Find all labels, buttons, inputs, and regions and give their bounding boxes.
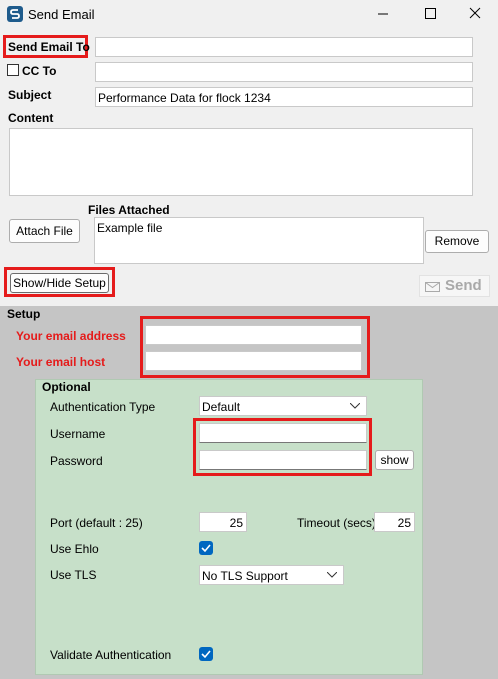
use-tls-label: Use TLS [50,568,97,582]
email-host-input[interactable] [145,351,362,371]
timeout-label: Timeout (secs) [297,516,376,530]
send-button[interactable]: Send [419,275,490,297]
username-input[interactable] [199,423,367,443]
send-to-input[interactable] [95,37,473,57]
remove-button[interactable]: Remove [425,230,489,253]
password-label: Password [50,454,103,468]
timeout-input[interactable]: 25 [374,512,415,532]
validate-auth-label: Validate Authentication [50,648,172,662]
subject-input[interactable]: Performance Data for flock 1234 [95,87,473,107]
content-label: Content [8,111,54,125]
checkmark-icon [201,650,211,659]
app-icon [7,6,23,22]
content-textarea[interactable] [9,128,473,196]
username-label: Username [50,427,106,441]
close-button[interactable] [452,0,498,30]
attach-file-button[interactable]: Attach File [9,219,80,243]
checkmark-icon [201,544,211,553]
subject-label: Subject [8,88,52,102]
envelope-icon [425,282,440,292]
validate-auth-checkbox[interactable] [199,647,213,661]
optional-label: Optional [42,380,91,394]
email-host-label: Your email host [16,355,106,369]
auth-type-select[interactable]: Default [199,396,367,416]
minimize-button[interactable] [360,0,406,30]
title-bar: Send Email [0,0,498,30]
files-list[interactable]: Example file [94,217,424,264]
auth-type-label: Authentication Type [50,400,156,414]
cc-label: CC To [22,64,57,78]
port-label: Port (default : 25) [50,516,143,530]
email-address-input[interactable] [145,325,362,345]
maximize-button[interactable] [406,0,452,30]
use-ehlo-label: Use Ehlo [50,542,99,556]
cc-input[interactable] [95,62,473,82]
use-tls-select[interactable]: No TLS Support [199,565,344,585]
chevron-down-icon [327,572,337,578]
cc-checkbox[interactable] [7,64,19,76]
chevron-down-icon [350,403,360,409]
showhide-setup-button[interactable]: Show/Hide Setup [10,273,109,293]
port-input[interactable]: 25 [199,512,247,532]
setup-label: Setup [7,307,41,321]
send-to-label: Send Email To [8,40,90,54]
email-address-label: Your email address [16,329,126,343]
file-item[interactable]: Example file [97,221,162,235]
send-label: Send [445,277,482,294]
use-ehlo-checkbox[interactable] [199,541,213,555]
show-password-button[interactable]: show [375,450,414,470]
password-input[interactable] [199,450,367,470]
window-title: Send Email [28,7,95,22]
files-attached-label: Files Attached [88,203,170,217]
